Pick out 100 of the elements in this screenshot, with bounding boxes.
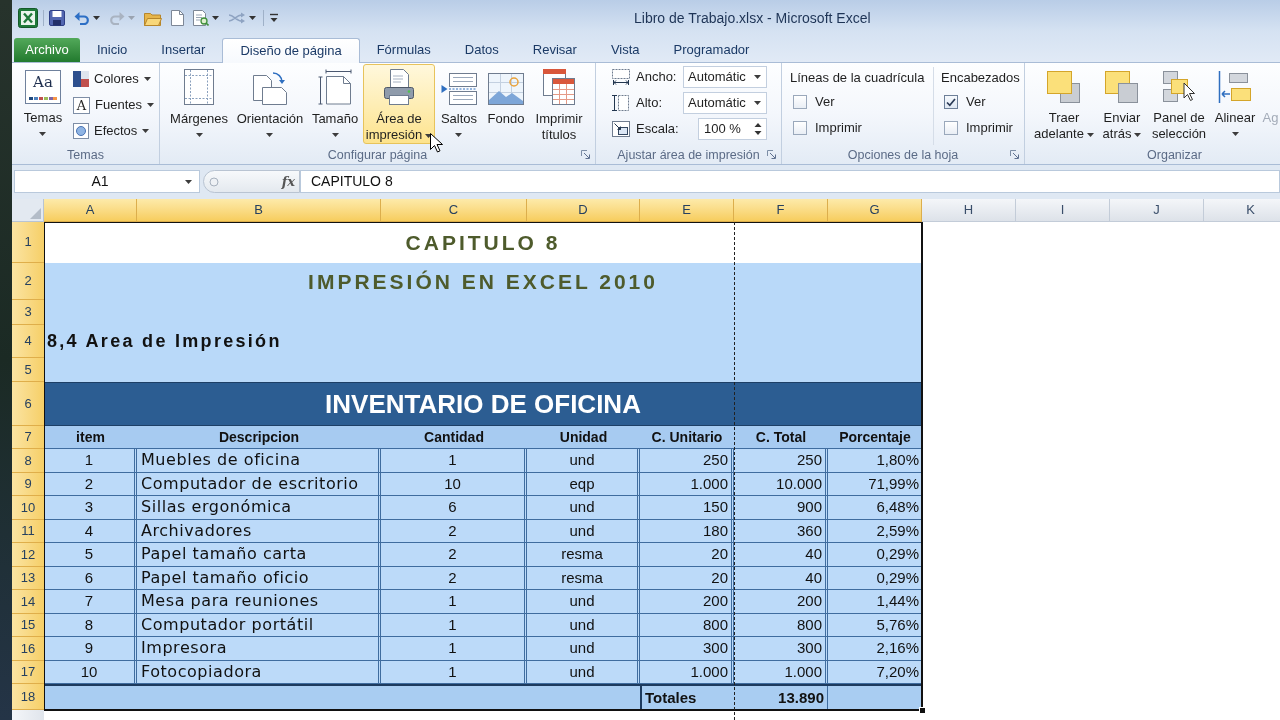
ribbon-button[interactable]: Tamaño (308, 64, 362, 144)
checkbox-label: Imprimir (966, 120, 1013, 136)
ribbon-tab[interactable]: Revisar (515, 38, 594, 62)
table-cell: Computador portátil (137, 613, 381, 637)
column-header[interactable]: F (734, 199, 828, 222)
row-header[interactable]: 5 (12, 358, 44, 382)
themes-button[interactable]: Aa Temas (19, 66, 67, 145)
quick-access-button[interactable] (228, 12, 256, 24)
ribbon-button[interactable]: Fondo (483, 64, 529, 144)
table-cell: 40 (734, 566, 828, 590)
table-cell: 300 (734, 637, 828, 661)
ribbon-button[interactable]: Saltos (436, 64, 482, 144)
dialog-launcher-icon[interactable] (767, 150, 776, 159)
ribbon-tab[interactable]: Programador (656, 38, 767, 62)
ribbon-button[interactable]: Área de impresión (363, 64, 435, 144)
dropdown-field[interactable]: Automátic (683, 92, 767, 114)
table-cell: 10 (381, 472, 527, 496)
column-header[interactable]: K (1204, 199, 1280, 222)
row-header[interactable]: 10 (12, 496, 44, 520)
app-logo-icon[interactable] (18, 8, 38, 28)
ribbon-button[interactable]: Panel de selección (1149, 64, 1209, 144)
checkbox[interactable] (944, 95, 958, 109)
row-header[interactable]: 18 (12, 684, 44, 710)
ribbon-button[interactable]: Efectos (73, 118, 154, 144)
ribbon-button[interactable]: Traer adelante (1033, 64, 1095, 144)
align-left-icon (1218, 70, 1252, 104)
ribbon-tab[interactable]: Insertar (144, 38, 223, 62)
column-header[interactable]: A (44, 199, 137, 222)
row-header[interactable]: 13 (12, 566, 44, 590)
checkbox[interactable] (793, 95, 807, 109)
table-header-cell: Porcentaje (828, 426, 922, 449)
ribbon-button[interactable]: Orientación (233, 64, 307, 144)
grip-icon[interactable] (209, 176, 219, 187)
table-cell: 900 (734, 496, 828, 520)
sheet-title: CAPITULO 8 (405, 229, 561, 256)
table-cell: 6 (381, 496, 527, 520)
table-cell: Computador de escritorio (137, 472, 381, 496)
spinner-field[interactable]: 100 % (698, 118, 767, 140)
quick-access-button[interactable] (193, 10, 219, 26)
ribbon-button[interactable]: A Fuentes (73, 92, 154, 118)
checkbox[interactable] (793, 121, 807, 135)
ribbon-button[interactable]: Márgenes (166, 64, 232, 144)
row-header[interactable]: 6 (12, 382, 44, 426)
row-header[interactable]: 9 (12, 472, 44, 496)
file-tab[interactable]: Archivo (14, 38, 80, 62)
row-header[interactable]: 7 (12, 426, 44, 449)
row-header[interactable]: 17 (12, 660, 44, 684)
table-cell: und (527, 660, 640, 684)
field-label: Alto: (636, 95, 663, 111)
column-header[interactable]: J (1110, 199, 1204, 222)
insert-function-button[interactable]: fx (281, 171, 295, 192)
ribbon-tab[interactable]: Datos (447, 38, 516, 62)
spinner-arrows-icon[interactable] (754, 122, 762, 136)
column-header[interactable]: C (381, 199, 527, 222)
dialog-launcher-icon[interactable] (1010, 150, 1019, 159)
table-cell: Papel tamaño oficio (137, 566, 381, 590)
row-header[interactable]: 11 (12, 519, 44, 543)
ribbon-button[interactable]: Alinear (1211, 64, 1259, 144)
ribbon-tab[interactable]: Vista (593, 38, 657, 62)
column-header[interactable]: B (137, 199, 381, 222)
ribbon-tab[interactable]: Fórmulas (359, 38, 448, 62)
ribbon-button[interactable]: Enviar atrás (1097, 64, 1147, 144)
row-header[interactable]: 8 (12, 449, 44, 473)
caret-icon (754, 75, 761, 79)
row-header[interactable]: 3 (12, 300, 44, 325)
ribbon-tab[interactable]: Diseño de página (222, 38, 360, 63)
table-cell: 2,59% (828, 519, 922, 543)
fill-handle[interactable] (919, 707, 926, 714)
table-header-cell: C. Total (734, 426, 828, 449)
column-header[interactable]: I (1016, 199, 1110, 222)
name-box[interactable]: A1 (14, 170, 200, 193)
table-cell: 10 (44, 660, 137, 684)
column-header[interactable]: H (922, 199, 1016, 222)
row-header[interactable]: 12 (12, 543, 44, 567)
column-header[interactable]: E (640, 199, 734, 222)
ribbon-tab[interactable]: Inicio (80, 38, 145, 62)
printer-icon (383, 69, 415, 105)
row-header[interactable]: 14 (12, 590, 44, 614)
dialog-launcher-icon[interactable] (581, 150, 590, 159)
dropdown-field[interactable]: Automátic (683, 66, 767, 88)
table-cell: 250 (640, 449, 734, 473)
row-header[interactable]: 15 (12, 613, 44, 637)
row-header[interactable]: 16 (12, 637, 44, 661)
quick-access-button[interactable] (49, 10, 65, 26)
table-cell: Archivadores (137, 519, 381, 543)
row-header[interactable]: 4 (12, 325, 44, 358)
checkbox-label: Ver (966, 94, 986, 110)
ribbon-button[interactable]: Imprimir títulos (530, 64, 588, 144)
layered-squares-icon (1046, 70, 1082, 104)
quick-access-button[interactable] (74, 11, 100, 25)
customize-toolbar-icon[interactable] (270, 13, 278, 23)
page-breaks-icon (441, 73, 477, 105)
row-header[interactable]: 1 (12, 222, 44, 263)
checkbox[interactable] (944, 121, 958, 135)
column-header[interactable]: G (828, 199, 922, 222)
formula-input[interactable]: CAPITULO 8 (300, 170, 1280, 193)
column-header[interactable]: D (527, 199, 640, 222)
ribbon-button[interactable]: Colores (73, 66, 154, 92)
section-heading: 8,4 Area de Impresión (47, 330, 282, 353)
row-header[interactable]: 2 (12, 263, 44, 300)
